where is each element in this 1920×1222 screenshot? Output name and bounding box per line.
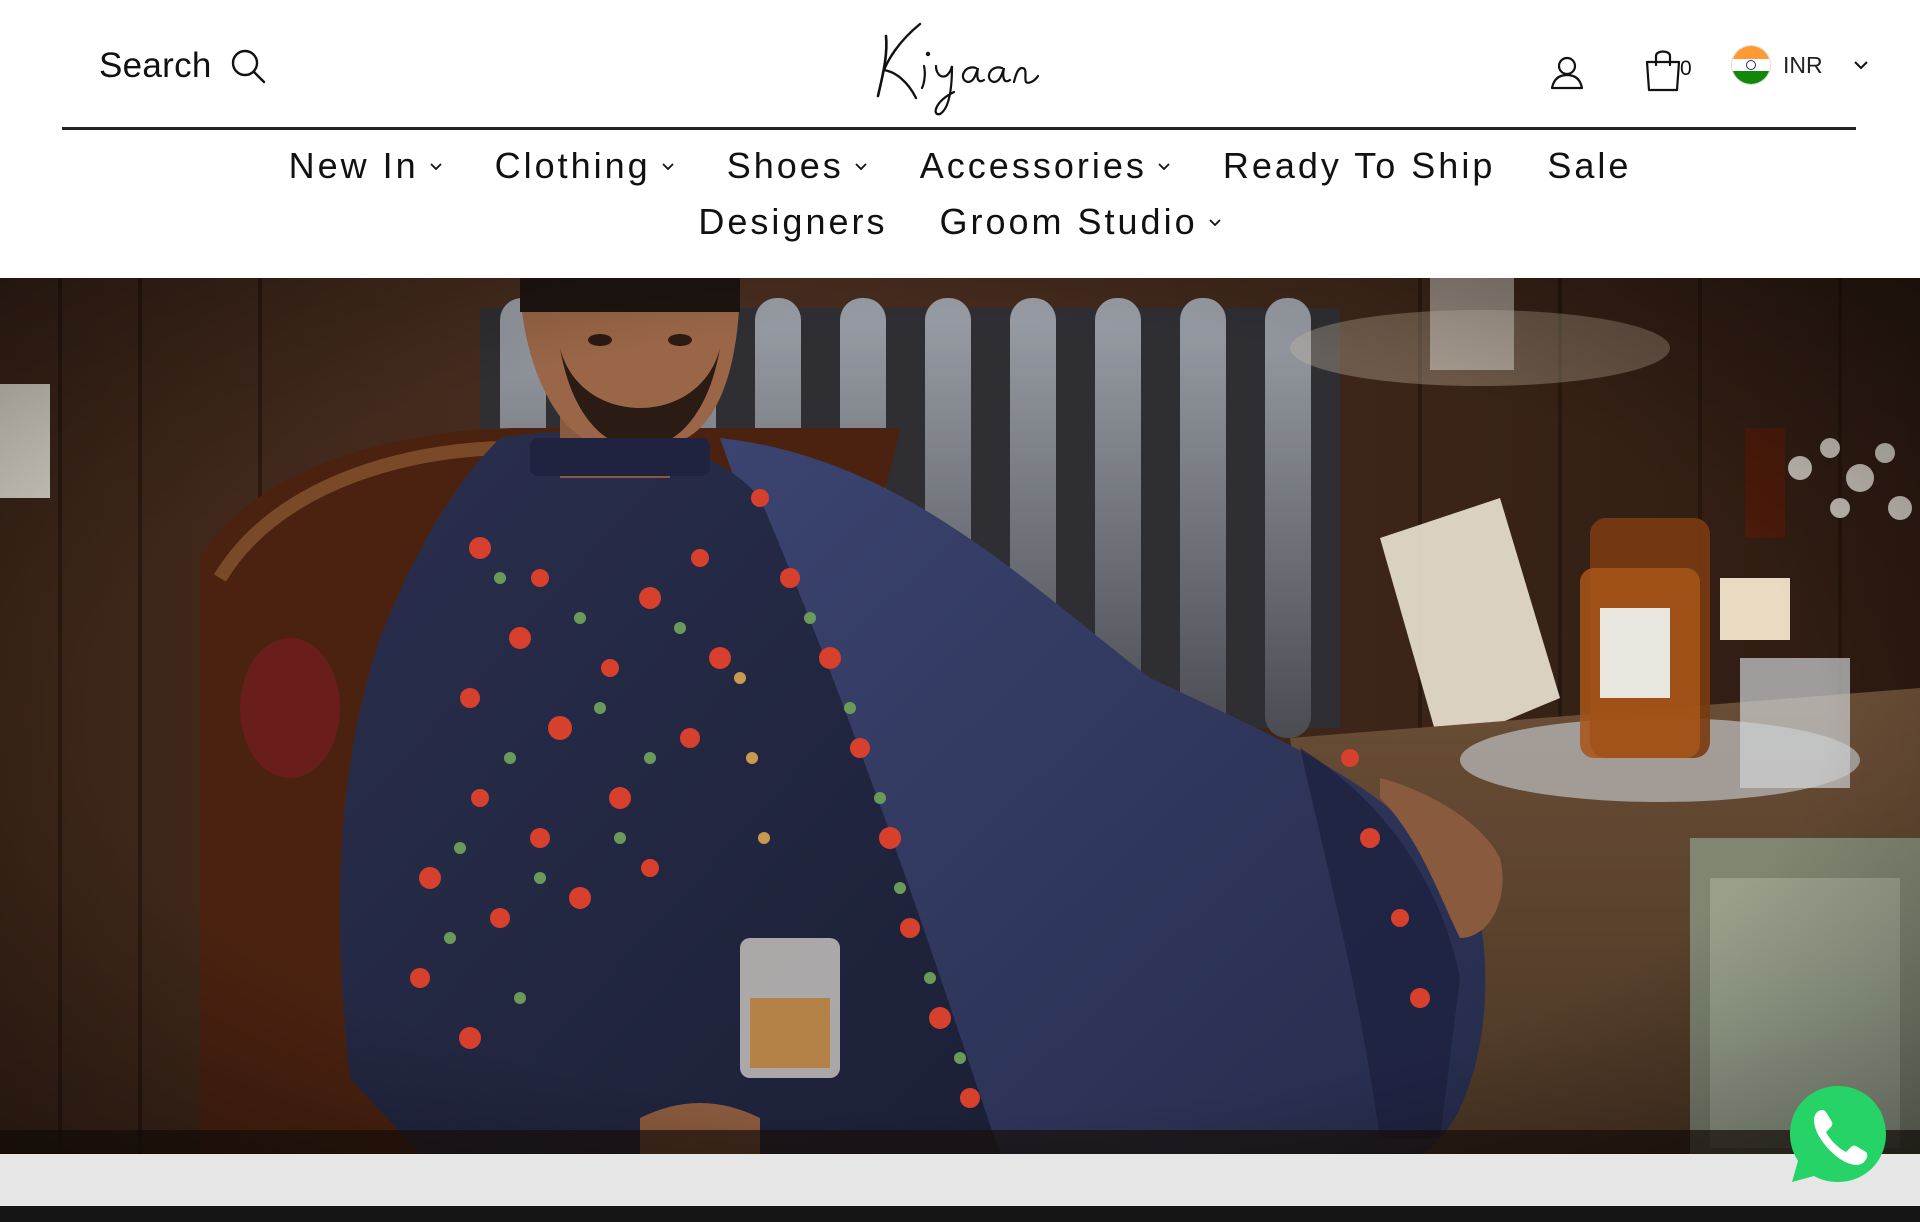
nav-item-label: New In <box>288 145 419 186</box>
whatsapp-chat-button[interactable] <box>1784 1080 1892 1188</box>
user-icon <box>1550 56 1584 90</box>
chevron-down-icon <box>1208 219 1221 227</box>
nav-item-label: Sale <box>1547 145 1632 186</box>
chevron-down-icon <box>662 163 674 171</box>
announcement-bar <box>0 1206 1920 1222</box>
nav-item-groom-studio[interactable]: Groom Studio <box>939 194 1221 250</box>
nav-item-shoes[interactable]: Shoes <box>727 138 868 194</box>
chevron-down-icon <box>1158 163 1170 171</box>
search-icon <box>231 49 265 84</box>
hero-image <box>0 278 1920 1154</box>
hero-banner[interactable] <box>0 278 1920 1154</box>
nav-item-label: Shoes <box>726 145 844 186</box>
cart-button[interactable]: 0 <box>1643 46 1695 92</box>
cart-count: 0 <box>1680 57 1692 80</box>
nav-item-designers[interactable]: Designers <box>698 194 887 250</box>
nav-item-accessories[interactable]: Accessories <box>920 138 1171 194</box>
nav-item-label: Designers <box>698 201 888 242</box>
content-strip <box>0 1154 1920 1206</box>
nav-item-clothing[interactable]: Clothing <box>495 138 675 194</box>
shopping-bag-icon <box>1645 50 1681 92</box>
nav-item-sale[interactable]: Sale <box>1547 138 1631 194</box>
nav-item-label: Clothing <box>494 145 651 186</box>
logo-wordmark <box>876 22 1040 116</box>
nav-item-ready-to-ship[interactable]: Ready To Ship <box>1223 138 1496 194</box>
chevron-down-icon <box>855 163 867 171</box>
account-button[interactable] <box>1547 52 1587 92</box>
main-navigation: New In Clothing Shoes Accessories Ready … <box>0 138 1920 278</box>
header-divider <box>62 127 1856 130</box>
chevron-down-icon <box>1853 61 1868 70</box>
nav-item-new-in[interactable]: New In <box>289 138 443 194</box>
chevron-down-icon <box>429 163 442 171</box>
currency-selector[interactable]: INR <box>1731 44 1869 86</box>
site-header: Search 0 INR New In Clothing Shoes Acces… <box>0 0 1920 278</box>
search-button[interactable]: Search <box>99 44 268 88</box>
nav-item-label: Ready To Ship <box>1222 145 1496 186</box>
brand-logo[interactable] <box>858 16 1058 116</box>
india-flag-icon <box>1731 45 1771 85</box>
currency-code: INR <box>1783 51 1823 78</box>
nav-item-label: Accessories <box>919 145 1147 186</box>
whatsapp-icon <box>1790 1086 1886 1182</box>
search-label: Search <box>99 46 212 85</box>
nav-item-label: Groom Studio <box>939 201 1198 242</box>
